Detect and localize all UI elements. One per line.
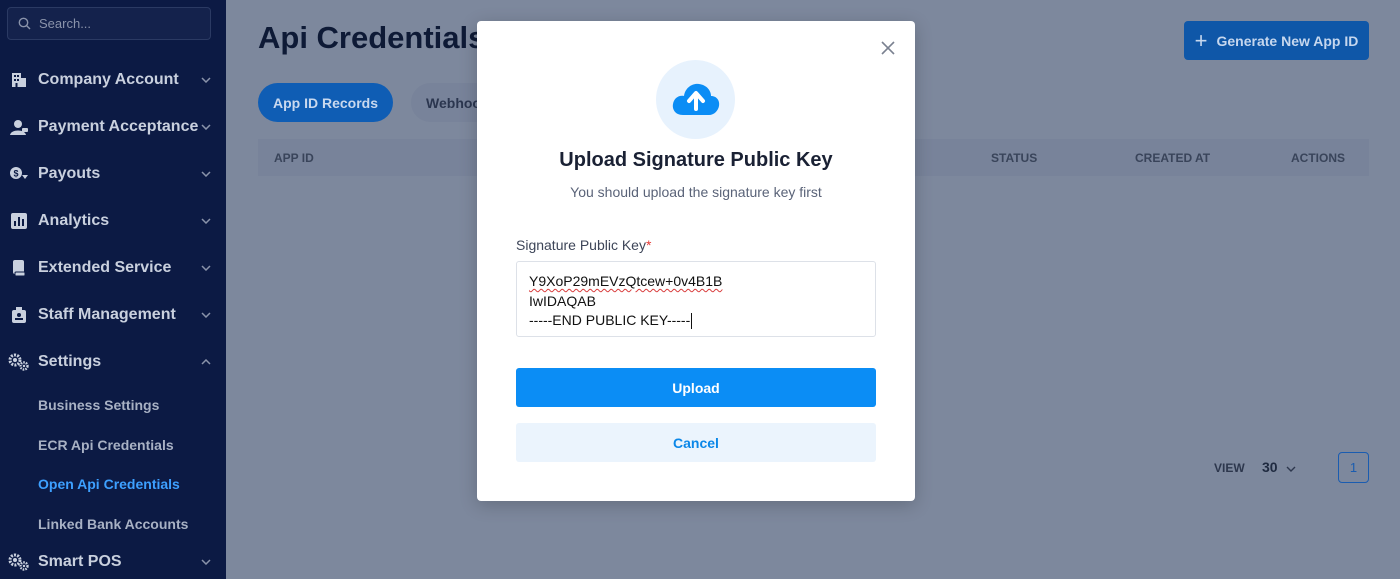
sidebar-item-label: Staff Management — [38, 305, 176, 323]
close-icon[interactable] — [881, 41, 895, 55]
page-button-current[interactable]: 1 — [1338, 452, 1369, 483]
sidebar-item-extended-service[interactable]: Extended Service — [0, 244, 226, 291]
key-line-2: IwIDAQAB — [529, 292, 596, 309]
chevron-down-icon — [200, 309, 212, 321]
svg-text:$: $ — [13, 168, 18, 178]
column-header-actions: ACTIONS — [1291, 151, 1345, 165]
sidebar-item-payment-acceptance[interactable]: Payment Acceptance — [0, 103, 226, 150]
tab-app-id-records[interactable]: App ID Records — [258, 83, 394, 122]
sidebar-item-company-account[interactable]: Company Account — [0, 56, 226, 103]
chevron-down-icon — [200, 215, 212, 227]
sidebar-item-analytics[interactable]: Analytics — [0, 197, 226, 244]
analytics-icon — [8, 210, 30, 232]
staff-icon — [8, 304, 30, 326]
search-input[interactable]: Search... — [7, 7, 211, 40]
field-label-text: Signature Public Key — [516, 237, 646, 253]
chevron-down-icon — [1286, 459, 1296, 475]
gears-icon — [8, 351, 30, 373]
column-header-created-at: CREATED AT — [1135, 151, 1211, 165]
chevron-down-icon — [200, 121, 212, 133]
search-placeholder: Search... — [39, 16, 92, 31]
dialog-subtitle: You should upload the signature key firs… — [570, 184, 822, 200]
page-size-value: 30 — [1262, 459, 1278, 475]
settings-submenu: Business Settings ECR Api Credentials Op… — [0, 385, 226, 544]
sidebar-item-label: Analytics — [38, 211, 110, 229]
field-label: Signature Public Key* — [516, 237, 651, 253]
building-icon — [8, 69, 30, 91]
sidebar-item-label: Company Account — [38, 70, 179, 88]
sidebar-item-label: Payment Acceptance — [38, 117, 199, 135]
public-key-textarea[interactable]: Y9XoP29mEVzQtcew+0v4B1B IwIDAQAB -----EN… — [516, 261, 876, 337]
chevron-down-icon — [200, 168, 212, 180]
chevron-up-icon — [200, 356, 212, 368]
text-caret — [691, 313, 693, 330]
gears-icon — [8, 551, 30, 573]
sidebar-subitem-business-settings[interactable]: Business Settings — [38, 385, 226, 425]
sidebar-subitem-linked-bank-accounts[interactable]: Linked Bank Accounts — [38, 504, 226, 544]
extended-service-icon — [8, 257, 30, 279]
generate-app-id-label: Generate New App ID — [1216, 32, 1359, 49]
page-size-select[interactable]: 30 — [1262, 459, 1296, 475]
payouts-icon: $ — [8, 163, 30, 185]
sidebar-item-label: Extended Service — [38, 258, 172, 276]
page-title: Api Credentials — [258, 20, 486, 55]
tabs: App ID Records Webhook — [258, 83, 504, 122]
search-icon — [17, 17, 31, 31]
cancel-button[interactable]: Cancel — [516, 423, 876, 462]
plus-icon: + — [1194, 27, 1208, 53]
payment-icon — [8, 116, 30, 138]
generate-app-id-button[interactable]: + Generate New App ID — [1184, 21, 1369, 60]
sidebar-item-smart-pos[interactable]: Smart POS — [0, 544, 226, 579]
sidebar-item-payouts[interactable]: $ Payouts — [0, 150, 226, 197]
key-line-1: Y9XoP29mEVzQtcew+0v4B1B — [529, 273, 723, 289]
pager-view-label: VIEW — [1214, 461, 1245, 475]
column-header-status: STATUS — [991, 151, 1038, 165]
cloud-upload-icon — [656, 60, 735, 139]
sidebar-item-label: Smart POS — [38, 552, 122, 570]
sidebar-item-label: Settings — [38, 352, 102, 370]
upload-button[interactable]: Upload — [516, 368, 876, 407]
sidebar-subitem-open-api-credentials[interactable]: Open Api Credentials — [38, 464, 226, 504]
key-line-3: -----END PUBLIC KEY----- — [529, 312, 691, 328]
sidebar-item-label: Payouts — [38, 164, 101, 182]
dialog-title: Upload Signature Public Key — [559, 149, 833, 171]
sidebar-subitem-ecr-api-credentials[interactable]: ECR Api Credentials — [38, 425, 226, 465]
chevron-down-icon — [200, 556, 212, 568]
sidebar: Search... Company Account Payment Accept… — [0, 0, 226, 579]
upload-key-dialog: Upload Signature Public Key You should u… — [477, 21, 915, 501]
sidebar-item-staff-management[interactable]: Staff Management — [0, 291, 226, 338]
sidebar-nav: Company Account Payment Acceptance $ Pay… — [0, 56, 226, 579]
required-mark: * — [645, 237, 652, 253]
chevron-down-icon — [200, 74, 212, 86]
chevron-down-icon — [200, 262, 212, 274]
sidebar-item-settings[interactable]: Settings — [0, 338, 226, 385]
column-header-app-id: APP ID — [274, 151, 314, 165]
